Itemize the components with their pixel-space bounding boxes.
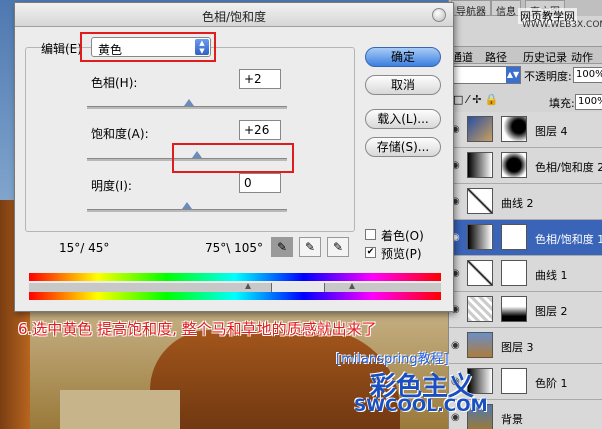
layer-mask-thumbnail [501,368,527,394]
dialog-titlebar[interactable]: 色相/饱和度 [15,3,453,27]
close-icon[interactable] [432,8,446,22]
fill-field[interactable]: 100% [575,94,602,110]
preview-checkbox[interactable]: ✔ [365,247,376,258]
colorize-label: 着色(O) [381,229,424,243]
dialog-title: 色相/饱和度 [201,10,267,24]
adjustment-curves-icon [467,188,493,214]
fill-label: 填充: [549,97,575,110]
saturation-field[interactable]: +26 [239,120,281,140]
layer-row[interactable]: ◉ 曲线 2 [449,184,602,220]
range-left-readout: 15°/ 45° [59,241,110,255]
layer-row[interactable]: ◉ 图层 4 [449,112,602,148]
layer-mask-thumbnail [501,152,527,178]
adjustment-hue-saturation-icon [467,152,493,178]
layer-name: 色相/饱和度 2 [535,161,602,174]
grass-image [60,390,180,429]
eyedropper-icon[interactable]: ✎ [271,237,293,257]
tab-history[interactable]: 历史记录 [523,49,567,65]
save-button[interactable]: 存储(S)... [365,137,441,157]
layer-row[interactable]: ◉ 图层 3 [449,328,602,364]
eye-icon[interactable]: ◉ [451,340,463,351]
layer-name: 图层 2 [535,305,568,318]
blend-mode-select[interactable]: ▲▼ [451,66,521,84]
saturation-label: 饱和度(A): [91,127,149,141]
tab-info[interactable]: 信息 [491,0,521,18]
chevron-down-icon: ▲▼ [506,67,520,83]
layer-mask-thumbnail [501,116,527,142]
adjustment-hue-saturation-icon [467,224,493,250]
load-button[interactable]: 载入(L)... [365,109,441,129]
range-handle-left[interactable] [245,283,251,289]
layer-row-selected[interactable]: ◉ 色相/饱和度 1 [449,220,602,256]
hue-slider-track[interactable] [87,106,287,109]
layer-name: 背景 [501,413,523,426]
lightness-slider-track[interactable] [87,209,287,212]
layer-thumbnail [467,296,493,322]
layer-thumbnail [467,116,493,142]
layer-row[interactable]: ◉ 图层 2 [449,292,602,328]
layer-mask-thumbnail [501,224,527,250]
layer-name: 图层 3 [501,341,534,354]
eyedropper-plus-icon[interactable]: ✎ [299,237,321,257]
tutorial-caption: 6.选中黄色 提高饱和度, 整个马和草地的质感就出来了 [18,320,377,338]
lightness-slider-knob[interactable] [182,202,192,209]
range-handle-right[interactable] [349,283,355,289]
cancel-button[interactable]: 取消 [365,75,441,95]
tab-channels[interactable]: 通道 [451,49,473,65]
highlight-box-channel [80,32,216,62]
hue-field[interactable]: +2 [239,69,281,89]
opacity-label: 不透明度: [524,70,572,83]
site-watermark-url: WWW.WEB3X.COM [522,20,602,30]
brand-url-watermark: SWCOOL.COM [354,396,488,416]
lock-icons[interactable]: □ ⁄ ✢ 🔒 [453,93,499,106]
layer-row[interactable]: ◉ 色相/饱和度 2 [449,148,602,184]
edit-label: 编辑(E) [41,42,82,56]
layer-name: 图层 4 [535,125,568,138]
adjustment-curves-icon [467,260,493,286]
layer-name: 曲线 1 [535,269,568,282]
hue-slider-knob[interactable] [184,99,194,106]
ok-button[interactable]: 确定 [365,47,441,67]
layer-mask-thumbnail [501,296,527,322]
layers-panel: 导航器 信息 直方图 通道 路径 历史记录 动作 ▲▼ 不透明度: 100% □… [448,0,602,429]
colorize-checkbox[interactable] [365,229,376,240]
layer-mask-thumbnail [501,260,527,286]
tab-actions[interactable]: 动作 [571,49,593,65]
layer-name: 色阶 1 [535,377,568,390]
color-spectrum-top [29,273,441,281]
layer-row[interactable]: ◉ 曲线 1 [449,256,602,292]
lightness-field[interactable]: 0 [239,173,281,193]
hue-saturation-dialog: 色相/饱和度 编辑(E) 黄色 ▲ ▼ 色相(H): +2 饱和度(A): +26… [14,2,454,312]
lightness-label: 明度(I): [91,179,132,193]
range-right-readout: 75°\ 105° [205,241,264,255]
tab-navigator[interactable]: 导航器 [451,0,491,18]
opacity-field[interactable]: 100% [573,67,602,83]
panel-tabs: 通道 路径 历史记录 动作 [449,46,602,64]
hue-label: 色相(H): [91,76,138,90]
layer-name: 曲线 2 [501,197,534,210]
highlight-box-saturation [172,143,294,173]
layer-name: 色相/饱和度 1 [535,233,602,246]
eyedropper-minus-icon[interactable]: ✎ [327,237,349,257]
blog-watermark: [milanspring教程] [336,352,449,367]
tab-paths[interactable]: 路径 [485,49,507,65]
color-spectrum-bottom [29,292,441,300]
preview-label: 预览(P) [381,247,422,261]
layer-thumbnail [467,332,493,358]
